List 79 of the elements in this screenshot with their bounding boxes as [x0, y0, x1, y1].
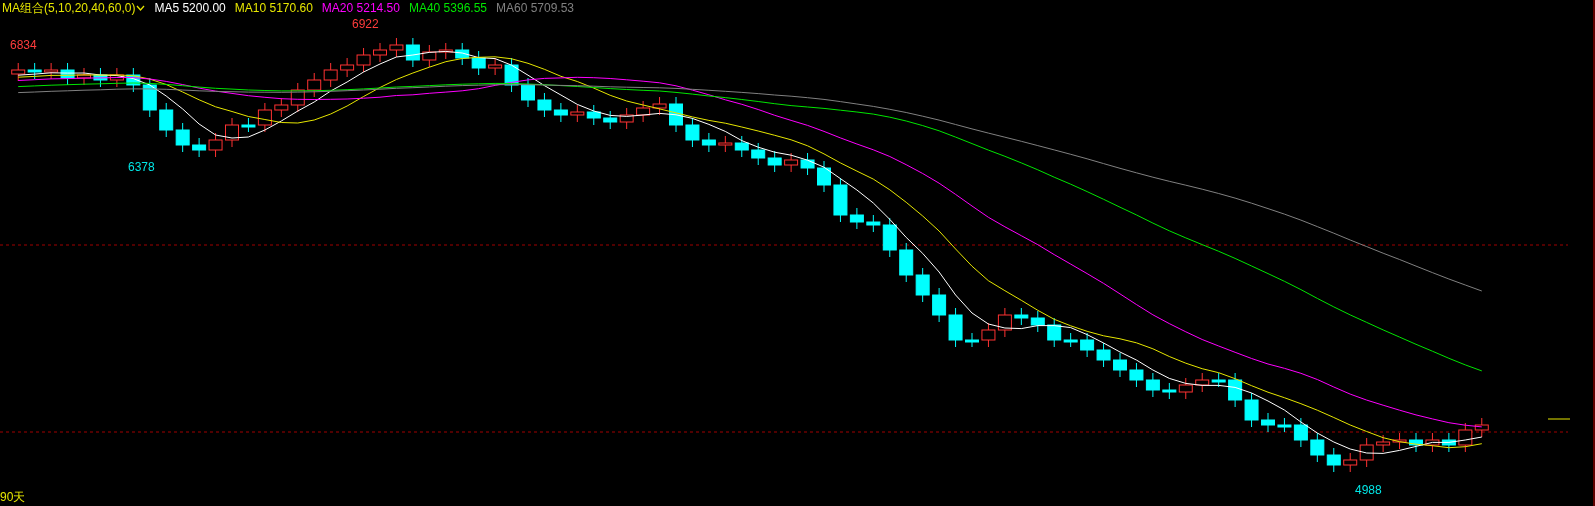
moving-average-value: MA5 5200.00 — [154, 1, 226, 15]
candlestick — [1030, 310, 1045, 333]
candlestick — [77, 67, 91, 86]
candlestick — [932, 287, 947, 323]
candlestick — [1409, 432, 1423, 453]
candlestick — [455, 42, 470, 66]
candlestick — [751, 142, 766, 166]
candlestick — [1392, 432, 1407, 450]
candlestick — [734, 135, 749, 158]
candlestick — [948, 307, 963, 348]
candlestick — [965, 332, 979, 348]
price-label: 6378 — [128, 160, 155, 174]
candlestick — [603, 110, 618, 130]
candlestick — [1162, 382, 1177, 400]
candlestick — [619, 107, 634, 130]
candlestick — [981, 322, 996, 348]
candlestick — [109, 67, 124, 88]
candlestick — [570, 104, 585, 123]
candlestick — [438, 42, 453, 60]
indicator-selector[interactable]: MA组合(5,10,20,40,60,0) — [2, 1, 136, 15]
candlestick — [1178, 377, 1193, 400]
period-label: 90天 — [0, 490, 26, 504]
candlestick — [93, 67, 108, 88]
candlestick — [553, 102, 568, 123]
candlestick — [1014, 307, 1029, 326]
candlestick — [1441, 432, 1456, 453]
candlestick — [11, 62, 26, 82]
candlestick — [60, 62, 75, 86]
candlestick — [1310, 432, 1325, 463]
candlestick — [1376, 434, 1391, 453]
candlestick — [422, 44, 437, 68]
candlestick — [373, 42, 387, 63]
candlestick — [1129, 362, 1144, 388]
moving-average-value: MA10 5170.60 — [234, 1, 313, 15]
candlestick — [356, 47, 371, 73]
moving-average-value: MA40 5396.55 — [408, 1, 487, 15]
candlestick — [208, 132, 223, 158]
candlestick — [1228, 372, 1243, 408]
candlestick — [1096, 342, 1111, 368]
candlestick — [1113, 352, 1127, 378]
candlestick — [1244, 392, 1259, 428]
candlestick — [323, 62, 338, 88]
candlestick — [652, 96, 667, 116]
candlestick — [471, 50, 486, 76]
caret-icon[interactable] — [136, 5, 146, 11]
candlestick — [1261, 412, 1275, 433]
candlestick — [307, 72, 322, 98]
candlestick — [586, 104, 601, 126]
candlestick — [44, 62, 59, 80]
candlestick — [192, 137, 207, 158]
candlestick — [997, 307, 1012, 338]
candlestick — [1425, 432, 1440, 453]
price-label: 4988 — [1355, 483, 1382, 497]
candlestick — [340, 57, 355, 78]
moving-average-value: MA60 5709.53 — [496, 1, 575, 15]
candlestick — [1211, 372, 1226, 388]
candlestick — [817, 160, 831, 193]
candlestick — [159, 102, 174, 138]
candlestick — [1326, 447, 1341, 473]
candlestick — [27, 62, 42, 80]
candlestick — [669, 96, 683, 133]
candlestick — [175, 122, 190, 153]
price-marker — [1547, 418, 1571, 420]
candlestick — [521, 77, 535, 108]
candlestick — [718, 135, 733, 153]
price-label: 6922 — [352, 17, 379, 31]
candlestick — [915, 267, 930, 303]
candlestick — [784, 152, 799, 173]
candlestick — [767, 150, 782, 173]
candlestick — [899, 242, 914, 283]
candlestick — [537, 92, 552, 118]
candlestick — [1080, 332, 1095, 358]
moving-average-value: MA20 5214.50 — [321, 1, 400, 15]
price-label: 6834 — [10, 38, 37, 52]
candlestick — [1195, 372, 1210, 393]
candlestick — [636, 100, 651, 123]
candlestick — [225, 117, 239, 148]
candlestick — [1145, 372, 1160, 398]
candlestick — [800, 152, 815, 176]
